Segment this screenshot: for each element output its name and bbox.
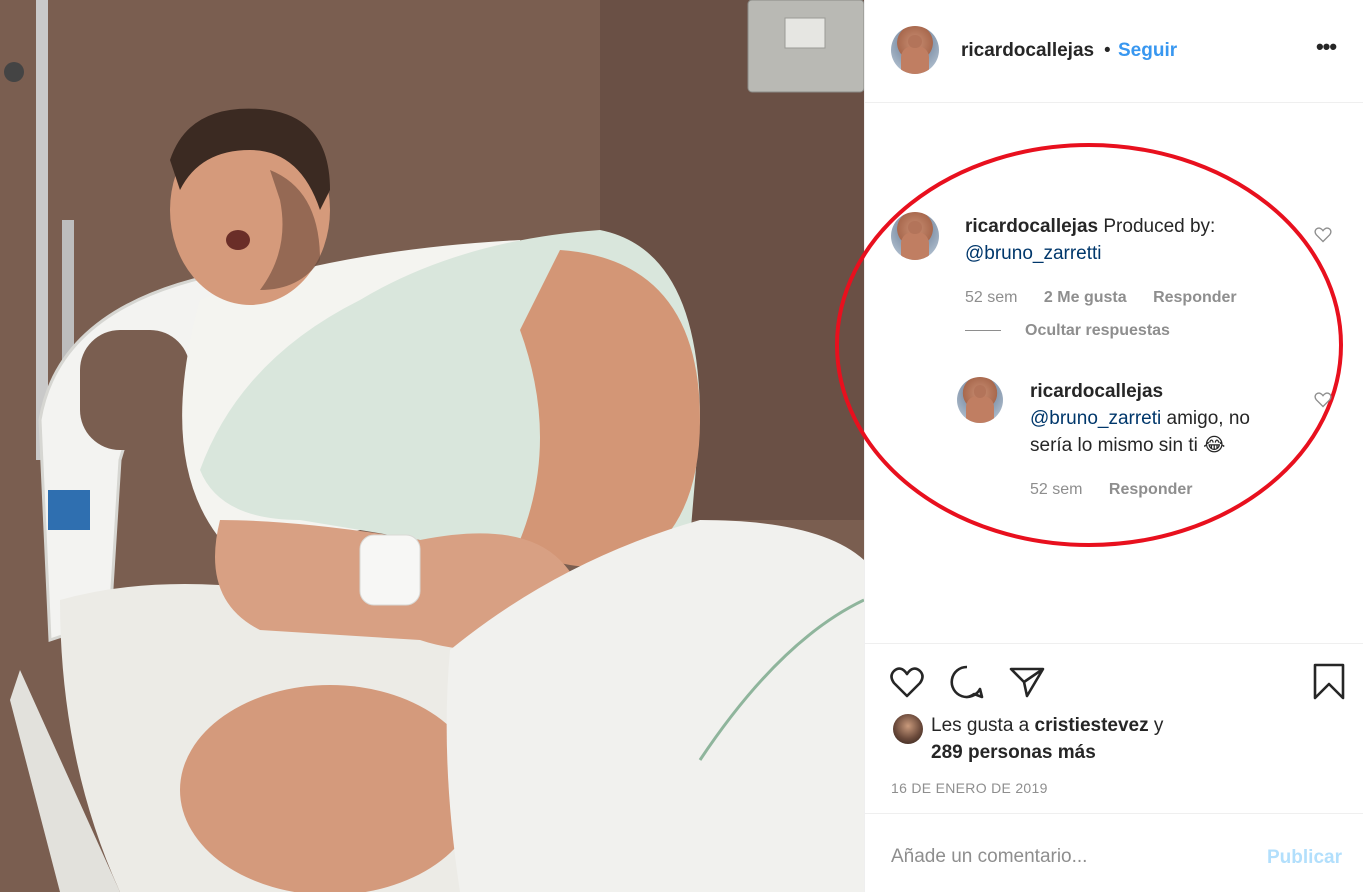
liker-avatar[interactable] [893, 714, 923, 744]
comment-time: 52 sem [965, 289, 1018, 306]
comment-text: Produced by: [1103, 216, 1216, 237]
comment-mention-link[interactable]: @bruno_zarretti [965, 243, 1102, 264]
like-heart-icon[interactable] [887, 662, 927, 702]
post-actions-bar [865, 643, 1363, 700]
reply-text-part2: sería lo mismo sin ti [1030, 435, 1198, 456]
comment-input[interactable] [891, 842, 1231, 872]
likes-summary: Les gusta a cristiestevez y 289 personas… [931, 712, 1163, 766]
reply-reply-button[interactable]: Responder [1109, 481, 1193, 498]
follow-button[interactable]: Seguir [1118, 40, 1177, 62]
comment-likes-count[interactable]: 2 Me gusta [1044, 289, 1127, 306]
comment-avatar[interactable] [891, 212, 939, 260]
comment-username[interactable]: ricardocallejas [965, 216, 1098, 237]
reply-username[interactable]: ricardocallejas [1030, 381, 1163, 402]
comment-bubble-icon[interactable] [947, 662, 987, 702]
comment-reply-button[interactable]: Responder [1153, 289, 1237, 306]
post-date[interactable]: 16 DE ENERO DE 2019 [891, 780, 1048, 796]
comment-meta: 52 sem 2 Me gusta Responder [965, 289, 1237, 307]
laughing-emoji-icon: 😂 [1203, 435, 1226, 456]
reply-like-heart-icon[interactable] [1313, 389, 1333, 409]
publish-button[interactable]: Publicar [1267, 847, 1342, 869]
header-separator: • [1104, 40, 1111, 61]
replies-divider-line [965, 330, 1001, 331]
reply-body: ricardocallejas @bruno_zarreti amigo, no… [1030, 378, 1300, 459]
save-bookmark-icon[interactable] [1309, 662, 1349, 702]
likes-connector: y [1153, 715, 1164, 736]
post-header: ricardocallejas • Seguir ••• [865, 0, 1363, 103]
post-photo [0, 0, 864, 892]
reply-mention-link[interactable]: @bruno_zarreti [1030, 408, 1161, 429]
reply-text-part1: amigo, no [1161, 408, 1250, 429]
photo-illustration [0, 0, 864, 892]
author-username[interactable]: ricardocallejas [961, 40, 1094, 62]
add-comment-bar: Publicar [865, 813, 1363, 893]
comment-body: ricardocallejas Produced by: @bruno_zarr… [965, 213, 1265, 267]
comment-like-heart-icon[interactable] [1313, 224, 1333, 244]
reply-meta: 52 sem Responder [1030, 481, 1193, 499]
author-avatar[interactable] [891, 26, 939, 74]
reply-time: 52 sem [1030, 481, 1083, 498]
reply-avatar[interactable] [957, 377, 1003, 423]
more-options-icon[interactable]: ••• [1311, 34, 1341, 64]
likes-others-link[interactable]: 289 personas más [931, 742, 1096, 763]
likes-prefix: Les gusta a [931, 715, 1030, 736]
share-paper-plane-icon[interactable] [1007, 662, 1047, 702]
post-side-panel: ricardocallejas • Seguir ••• ricardocall… [835, 0, 1363, 893]
hide-replies-button[interactable]: Ocultar respuestas [1025, 322, 1170, 340]
liker-username[interactable]: cristiestevez [1035, 715, 1149, 736]
